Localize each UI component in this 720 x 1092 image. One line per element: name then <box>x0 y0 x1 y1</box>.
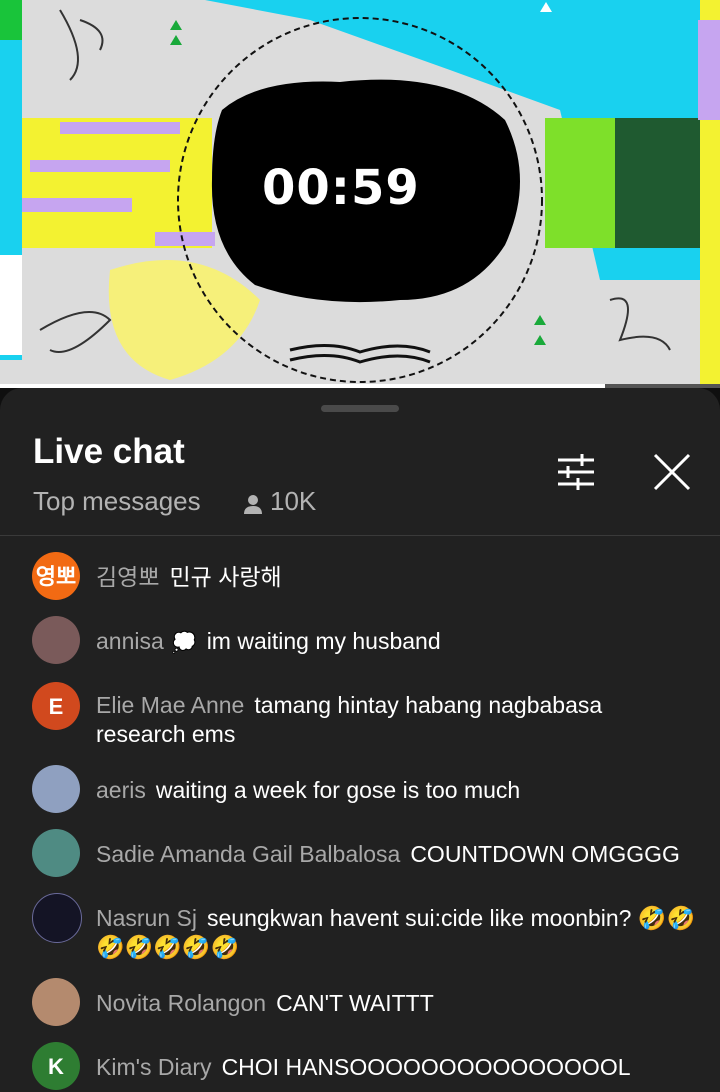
message-text: CHOI HANSOOOOOOOOOOOOOOOL <box>221 1054 631 1080</box>
message-author[interactable]: Elie Mae Anne <box>96 692 244 718</box>
avatar[interactable] <box>32 893 82 943</box>
chat-message[interactable]: annisa 💭 im waiting my husband <box>0 614 720 666</box>
message-text: 민규 사랑해 <box>169 564 282 590</box>
message-author[interactable]: 김영뽀 <box>96 564 159 590</box>
chat-message[interactable]: 영뽀 김영뽀 민규 사랑해 <box>0 550 720 602</box>
chat-message[interactable]: aeris waiting a week for gose is too much <box>0 763 720 815</box>
avatar-text: 영뽀 <box>35 563 77 589</box>
message-author[interactable]: aeris <box>96 777 146 803</box>
chat-title: Live chat <box>33 432 185 471</box>
avatar-text: K <box>48 1053 64 1079</box>
viewer-count-value: 10K <box>270 486 317 516</box>
person-icon <box>242 491 264 514</box>
avatar[interactable]: E <box>32 682 80 730</box>
avatar[interactable] <box>32 765 80 813</box>
chat-message[interactable]: E Elie Mae Anne tamang hintay habang nagb… <box>0 678 720 749</box>
message-author[interactable]: Novita Rolangon <box>96 990 266 1016</box>
chat-message[interactable]: Novita Rolangon CAN'T WAITTT <box>0 976 720 1028</box>
message-author[interactable]: Sadie Amanda Gail Balbalosa <box>96 841 400 867</box>
close-chat-button[interactable] <box>648 448 696 496</box>
countdown-timer: 00:59 <box>262 160 420 216</box>
message-text: waiting a week for gose is too much <box>155 777 521 803</box>
chat-mode-selector[interactable]: Top messages <box>33 486 201 517</box>
avatar[interactable] <box>32 978 80 1026</box>
message-text: CAN'T WAITTT <box>276 990 434 1016</box>
avatar[interactable] <box>32 829 80 877</box>
chat-message-list: 영뽀 김영뽀 민규 사랑해 annisa 💭 im waiting my husban… <box>0 536 720 1092</box>
avatar[interactable]: K <box>32 1042 80 1090</box>
avatar-text: E <box>48 693 64 719</box>
message-author[interactable]: Kim's Diary <box>96 1054 212 1080</box>
avatar[interactable] <box>32 616 80 664</box>
chat-filter-button[interactable] <box>552 448 600 496</box>
message-text: im waiting my husband <box>206 628 441 654</box>
live-chat-panel: Live chat Top messages 10K 영뽀 김영뽀 민규 사랑해… <box>0 388 720 1092</box>
thought-bubble-badge: 💭 <box>171 632 197 654</box>
message-author[interactable]: Nasrun Sj <box>96 905 197 931</box>
avatar[interactable]: 영뽀 <box>32 552 80 600</box>
message-text: COUNTDOWN OMGGGG <box>410 841 680 867</box>
chat-message[interactable]: K Kim's Diary CHOI HANSOOOOOOOOOOOOOOOL <box>0 1040 720 1092</box>
sliders-icon <box>558 454 594 490</box>
message-author[interactable]: annisa <box>96 628 164 654</box>
close-icon <box>653 453 691 491</box>
drag-handle[interactable] <box>321 405 399 412</box>
chat-message[interactable]: Sadie Amanda Gail Balbalosa COUNTDOWN OMG… <box>0 827 720 879</box>
video-player[interactable]: 00:59 <box>0 0 720 387</box>
chat-message[interactable]: Nasrun Sj seungkwan havent sui:cide like … <box>0 891 720 962</box>
viewer-count: 10K <box>242 486 316 517</box>
